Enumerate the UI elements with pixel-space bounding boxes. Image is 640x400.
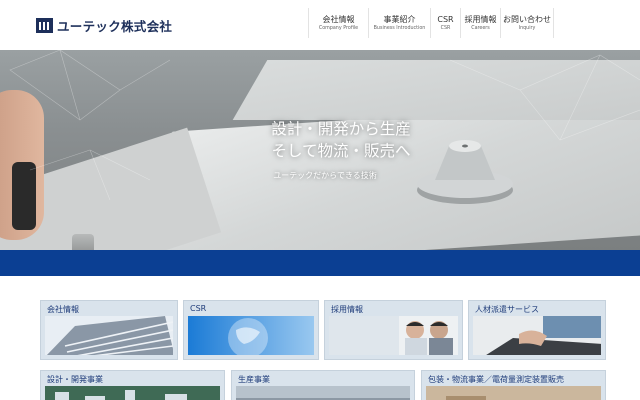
card-label: 採用情報: [331, 305, 363, 314]
nav-label: お問い合わせ: [503, 14, 551, 24]
card-company-info[interactable]: 会社情報: [40, 300, 178, 360]
card-label: 包装・物流事業／電荷量測定装置販売: [428, 375, 564, 384]
card-design-development[interactable]: 設計・開発事業: [40, 370, 225, 400]
logistics-photo-icon: [426, 386, 601, 400]
nav-item-business[interactable]: 事業紹介 Business Introduction: [368, 8, 430, 38]
card-staffing[interactable]: 人材派遣サービス: [468, 300, 606, 360]
card-production[interactable]: 生産事業: [231, 370, 415, 400]
circuit-photo-icon: [45, 386, 220, 400]
factory-photo-icon: [236, 386, 410, 400]
nav-sublabel: Company Profile: [318, 25, 359, 31]
keyboard-photo-icon: [473, 316, 601, 355]
hero-title-line1: 設計・開発から生産: [271, 120, 411, 138]
card-label: CSR: [190, 304, 207, 313]
hero-title: 設計・開発から生産 そして物流・販売へ: [246, 118, 436, 162]
logo-text: ユーテック株式会社: [57, 18, 173, 34]
card-label: 生産事業: [238, 375, 270, 384]
nav-sublabel: CSR: [440, 25, 451, 31]
card-csr[interactable]: CSR: [183, 300, 319, 360]
nav-label: 事業紹介: [383, 14, 416, 24]
logo-mark-icon: [36, 17, 53, 33]
nav-sublabel: Careers: [471, 25, 490, 31]
nav-item-careers[interactable]: 採用情報 Careers: [460, 8, 500, 38]
nav-label: 採用情報: [464, 14, 497, 24]
building-photo-icon: [45, 316, 173, 355]
company-logo[interactable]: ユーテック株式会社: [36, 16, 172, 34]
hero-blue-band: [0, 250, 640, 276]
nav-item-csr[interactable]: CSR CSR: [430, 8, 460, 38]
navigation-cards: 会社情報 CSR 採用情報 人材派遣サービス 設計・開発事業 生産事業 包装・物…: [0, 276, 640, 400]
hero-banner: 設計・開発から生産 そして物流・販売へ ユーテックだからできる技術: [0, 50, 640, 250]
site-header: ユーテック株式会社 会社情報 Company Profile 事業紹介 Busi…: [0, 0, 640, 50]
people-photo-icon: [329, 316, 458, 355]
hero-title-line2: そして物流・販売へ: [271, 142, 411, 160]
nav-label: CSR: [437, 14, 454, 24]
card-label: 人材派遣サービス: [475, 305, 539, 314]
nav-label: 会社情報: [322, 14, 355, 24]
hero-subtitle: ユーテックだからできる技術: [273, 171, 377, 180]
card-careers[interactable]: 採用情報: [324, 300, 463, 360]
nav-item-inquiry[interactable]: お問い合わせ Inquiry: [500, 8, 554, 38]
nav-item-company-profile[interactable]: 会社情報 Company Profile: [308, 8, 368, 38]
nav-sublabel: Inquiry: [518, 25, 536, 31]
card-label: 設計・開発事業: [47, 375, 103, 384]
globe-photo-icon: [188, 316, 314, 355]
nav-sublabel: Business Introduction: [373, 25, 426, 31]
card-label: 会社情報: [47, 305, 79, 314]
main-nav: 会社情報 Company Profile 事業紹介 Business Intro…: [308, 8, 554, 38]
card-packaging-logistics[interactable]: 包装・物流事業／電荷量測定装置販売: [421, 370, 606, 400]
